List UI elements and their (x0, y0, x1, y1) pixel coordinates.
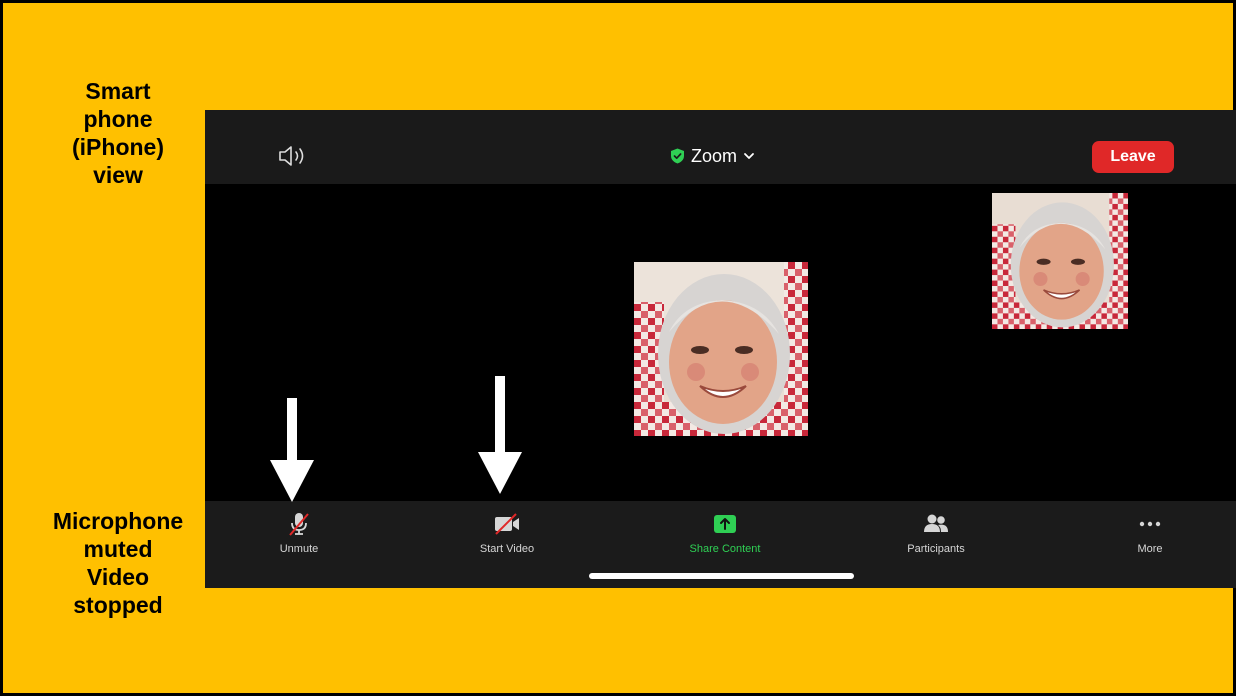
participants-label: Participants (907, 543, 965, 555)
mic-muted-icon (289, 513, 309, 536)
more-icon (1139, 521, 1161, 527)
self-video-tile[interactable] (992, 193, 1128, 329)
annotation-line: (iPhone) (72, 134, 164, 160)
annotation-phone-view: Smart phone (iPhone) view (33, 77, 203, 189)
annotation-line: Microphone (52, 508, 184, 534)
annotation-muted-stopped: Microphone muted Video stopped (23, 507, 213, 619)
more-label: More (1137, 543, 1163, 555)
start-video-label: Start Video (479, 543, 535, 555)
home-indicator (589, 573, 854, 579)
unmute-button[interactable]: Unmute (239, 511, 359, 561)
annotation-line: phone (83, 106, 153, 132)
video-off-icon (495, 513, 519, 535)
annotation-line: stopped (73, 592, 163, 618)
annotation-line: view (93, 162, 143, 188)
speaker-icon[interactable] (277, 144, 309, 168)
chevron-down-icon (744, 153, 754, 159)
participant-video-image (634, 262, 808, 436)
self-video-image (992, 193, 1128, 329)
share-content-label: Share Content (689, 543, 761, 555)
share-content-button[interactable]: Share Content (665, 511, 785, 561)
participants-icon (924, 514, 948, 532)
annotation-line: muted (83, 536, 153, 562)
arrow-down-icon (270, 398, 314, 502)
green-shield-icon (671, 148, 684, 164)
bottom-toolbar: Unmute Start Video Share Content Partici… (205, 501, 1236, 588)
share-screen-icon (714, 515, 736, 533)
participant-video-tile[interactable] (634, 262, 808, 436)
more-button[interactable]: More (1090, 511, 1210, 561)
top-bar: Zoom Leave (205, 110, 1236, 184)
start-video-button[interactable]: Start Video (447, 511, 567, 561)
leave-button[interactable]: Leave (1092, 141, 1174, 173)
arrow-down-icon (478, 376, 522, 494)
meeting-title[interactable]: Zoom (670, 145, 755, 167)
meeting-title-text: Zoom (691, 145, 738, 166)
annotation-line: Smart (85, 78, 151, 104)
participants-button[interactable]: Participants (876, 511, 996, 561)
unmute-label: Unmute (279, 543, 319, 555)
annotation-line: Video (86, 564, 150, 590)
zoom-phone-screen: Zoom Leave Unmute Start Video Share Cont… (205, 110, 1236, 588)
